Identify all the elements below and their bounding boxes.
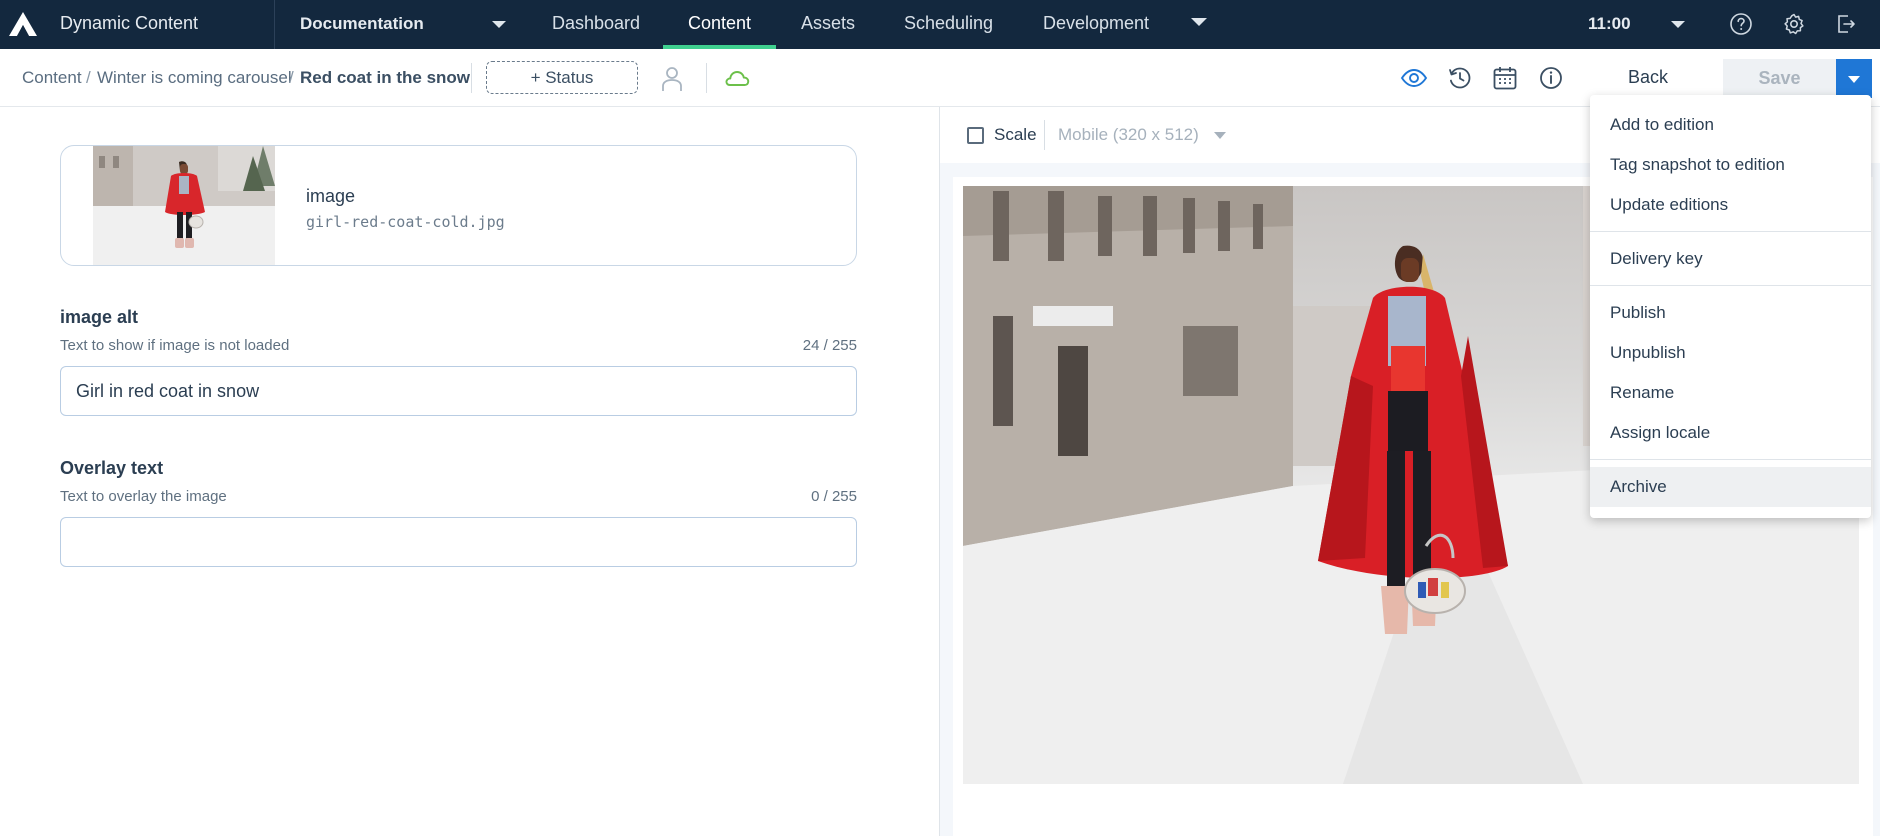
top-navigation-bar: Dynamic Content Documentation Dashboard … — [0, 0, 1880, 49]
image-thumbnail[interactable] — [93, 146, 275, 265]
nav-development[interactable]: Development — [1043, 13, 1149, 34]
calendar-icon[interactable] — [1491, 64, 1519, 92]
development-chevron-down-icon[interactable] — [1191, 18, 1207, 26]
menu-item-publish[interactable]: Publish — [1590, 293, 1871, 333]
menu-item-rename[interactable]: Rename — [1590, 373, 1871, 413]
user-icon[interactable] — [658, 64, 686, 92]
save-options-button[interactable] — [1836, 59, 1872, 98]
info-icon[interactable] — [1537, 64, 1565, 92]
breadcrumb-carousel[interactable]: Winter is coming carousel — [97, 68, 292, 88]
cloud-icon[interactable] — [723, 64, 751, 92]
save-options-menu: Add to edition Tag snapshot to edition U… — [1590, 95, 1871, 518]
nav-divider — [274, 0, 275, 49]
breadcrumb-content[interactable]: Content — [22, 68, 82, 88]
overlay-text-char-count: 0 / 255 — [811, 488, 857, 505]
device-chevron-down-icon[interactable] — [1214, 132, 1226, 139]
image-field-label: image — [306, 186, 356, 206]
preview-toolbar-divider — [1044, 120, 1045, 150]
menu-divider — [1590, 231, 1871, 232]
nav-dashboard[interactable]: Dashboard — [552, 13, 640, 34]
image-alt-char-count: 24 / 255 — [802, 337, 857, 354]
menu-item-unpublish[interactable]: Unpublish — [1590, 333, 1871, 373]
image-alt-input[interactable] — [60, 366, 857, 416]
content-form: image girl-red-coat-cold.jpg image alt T… — [0, 107, 939, 836]
menu-item-update-editions[interactable]: Update editions — [1590, 185, 1871, 225]
overlay-text-help: Text to overlay the image — [60, 488, 227, 505]
menu-item-assign-locale[interactable]: Assign locale — [1590, 413, 1871, 453]
breadcrumb-separator: / — [289, 68, 294, 87]
save-button[interactable]: Save — [1723, 59, 1836, 98]
amplience-logo-icon[interactable] — [8, 11, 38, 37]
menu-item-delivery-key[interactable]: Delivery key — [1590, 239, 1871, 279]
thumbnail-photo — [93, 146, 275, 265]
history-icon[interactable] — [1446, 64, 1474, 92]
help-icon[interactable] — [1729, 12, 1753, 36]
overlay-text-title: Overlay text — [60, 458, 164, 478]
scale-checkbox[interactable] — [967, 127, 984, 144]
save-options-chevron-down-icon — [1848, 76, 1860, 83]
settings-icon[interactable] — [1782, 12, 1806, 36]
image-alt-title: image alt — [60, 307, 139, 327]
back-button[interactable]: Back — [1628, 67, 1668, 88]
device-size-select[interactable]: Mobile (320 x 512) — [1058, 125, 1199, 145]
overlay-text-input[interactable] — [60, 517, 857, 567]
time-chevron-down-icon[interactable] — [1671, 21, 1685, 28]
menu-divider — [1590, 459, 1871, 460]
image-alt-help: Text to show if image is not loaded — [60, 337, 290, 354]
menu-divider — [1590, 285, 1871, 286]
add-status-button[interactable]: + Status — [486, 61, 638, 94]
preview-eye-icon[interactable] — [1400, 64, 1428, 92]
nav-content[interactable]: Content — [688, 13, 751, 34]
time-display[interactable]: 11:00 — [1588, 14, 1631, 34]
nav-scheduling[interactable]: Scheduling — [904, 13, 993, 34]
logout-icon[interactable] — [1834, 12, 1858, 36]
toolbar-divider — [706, 63, 707, 93]
nav-assets[interactable]: Assets — [801, 13, 855, 34]
breadcrumb-separator: / — [86, 68, 91, 87]
menu-item-add-to-edition[interactable]: Add to edition — [1590, 105, 1871, 145]
menu-item-tag-snapshot-to-edition[interactable]: Tag snapshot to edition — [1590, 145, 1871, 185]
toolbar-divider — [471, 63, 472, 93]
image-filename: girl-red-coat-cold.jpg — [306, 213, 505, 231]
menu-item-archive[interactable]: Archive — [1590, 467, 1871, 507]
breadcrumb-current-item: Red coat in the snow — [300, 68, 471, 87]
app-name: Dynamic Content — [60, 13, 199, 33]
image-field-card[interactable]: image girl-red-coat-cold.jpg — [60, 145, 857, 266]
hub-chevron-down-icon[interactable] — [492, 21, 506, 28]
scale-label[interactable]: Scale — [994, 125, 1037, 145]
hub-selector[interactable]: Documentation — [300, 14, 424, 34]
